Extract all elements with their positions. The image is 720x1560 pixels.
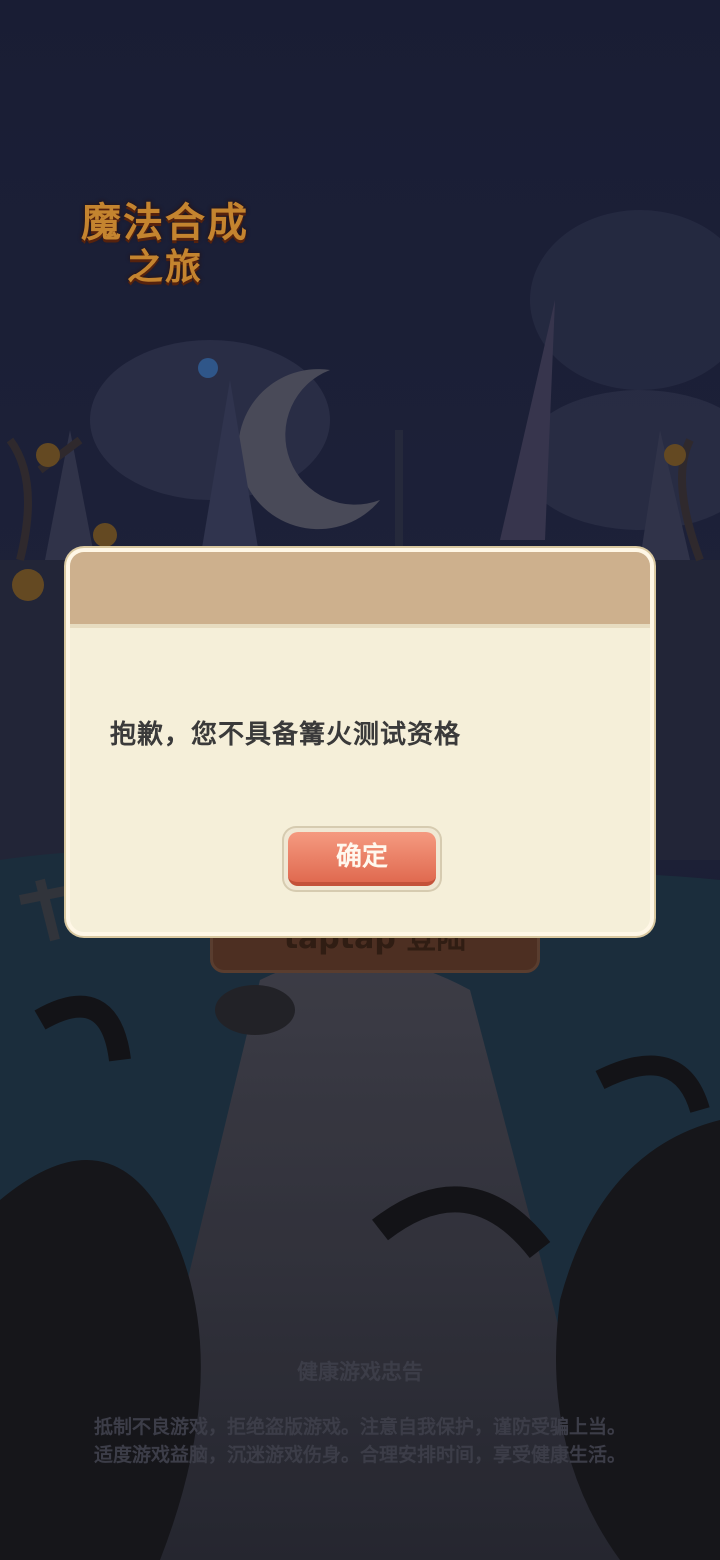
- alert-dialog: 抱歉，您不具备篝火测试资格 确定: [66, 548, 654, 936]
- confirm-button[interactable]: 确定: [284, 828, 440, 890]
- confirm-button-label: 确定: [288, 832, 436, 886]
- dialog-message: 抱歉，您不具备篝火测试资格: [110, 720, 462, 750]
- dialog-header: [70, 552, 650, 628]
